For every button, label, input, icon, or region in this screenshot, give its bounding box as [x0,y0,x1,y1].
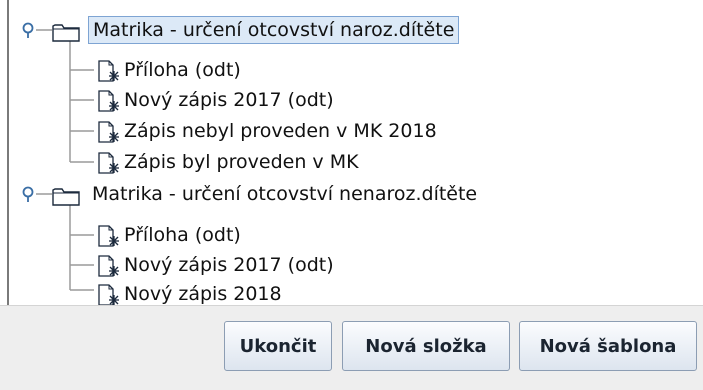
document-template-icon [98,225,119,247]
folder-icon [52,24,80,42]
tree-template-label[interactable]: Nový zápis 2017 (odt) [124,252,334,278]
template-tree[interactable]: Matrika - určení otcovství naroz.dítěte … [0,0,703,305]
tree-template-row[interactable]: Zápis byl proveden v MK [0,148,703,176]
tree-template-label[interactable]: Příloha (odt) [124,222,241,248]
tree-template-row[interactable]: Nový zápis 2017 (odt) [0,86,703,114]
expanded-node-toggle-icon[interactable] [20,186,36,202]
exit-button[interactable]: Ukončit [224,321,332,371]
new-folder-button[interactable]: Nová složka [342,321,510,371]
tree-template-label[interactable]: Zápis nebyl proveden v MK 2018 [124,118,437,144]
document-template-icon [98,255,119,277]
tree-template-row[interactable]: Příloha (odt) [0,56,703,84]
button-bar: Ukončit Nová složka Nová šablona [0,305,703,390]
tree-template-label[interactable]: Nový zápis 2018 [124,281,282,305]
tree-folder-row[interactable]: Matrika - určení otcovství naroz.dítěte [0,16,703,44]
tree-template-row[interactable]: Nový zápis 2018 [0,280,703,305]
new-template-button[interactable]: Nová šablona [519,321,697,371]
tree-template-label[interactable]: Nový zápis 2017 (odt) [124,87,334,113]
document-template-icon [98,121,119,143]
tree-template-row[interactable]: Příloha (odt) [0,221,703,249]
document-template-icon [98,90,119,112]
tree-template-label[interactable]: Zápis byl proveden v MK [124,149,359,175]
folder-icon [52,188,80,206]
tree-template-row[interactable]: Zápis nebyl proveden v MK 2018 [0,117,703,145]
tree-folder-row[interactable]: Matrika - určení otcovství nenaroz.dítět… [0,180,703,208]
tree-folder-label[interactable]: Matrika - určení otcovství naroz.dítěte [88,16,460,44]
document-template-icon [98,152,119,174]
document-template-icon [98,284,119,305]
tree-template-row[interactable]: Nový zápis 2017 (odt) [0,251,703,279]
tree-template-label[interactable]: Příloha (odt) [124,57,241,83]
tree-folder-label[interactable]: Matrika - určení otcovství nenaroz.dítět… [88,181,481,207]
expanded-node-toggle-icon[interactable] [20,22,36,38]
document-template-icon [98,60,119,82]
